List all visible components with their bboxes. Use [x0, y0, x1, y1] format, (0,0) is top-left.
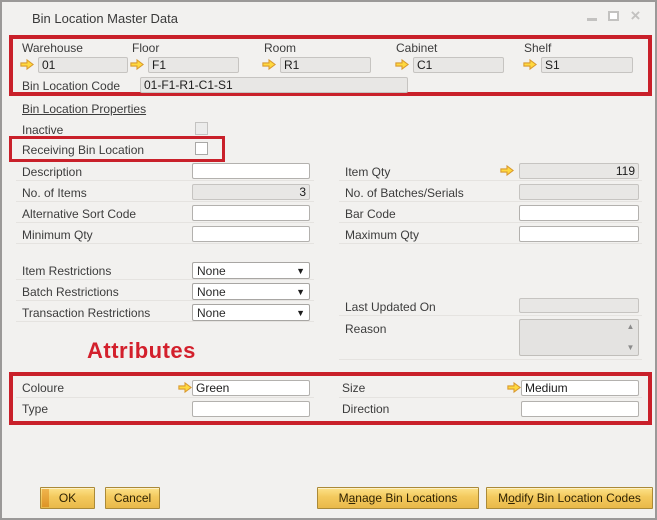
item-qty-link-arrow-icon[interactable]: [500, 164, 514, 177]
ok-button-label: OK: [58, 491, 77, 505]
bar-code-field[interactable]: [519, 205, 639, 221]
floor-field[interactable]: [148, 57, 239, 73]
row-divider: [339, 243, 642, 244]
type-field[interactable]: [192, 401, 310, 417]
description-label: Description: [22, 165, 83, 179]
description-field[interactable]: [192, 163, 310, 179]
bin-location-code-field[interactable]: [140, 77, 408, 93]
no-of-batches-serials-label: No. of Batches/Serials: [345, 186, 464, 200]
alternative-sort-code-label: Alternative Sort Code: [22, 207, 137, 221]
receiving-bin-location-label: Receiving Bin Location: [22, 143, 145, 157]
row-divider: [339, 397, 642, 398]
cancel-button[interactable]: Cancel: [105, 487, 160, 509]
transaction-restrictions-value: None: [197, 305, 226, 320]
row-divider: [16, 300, 314, 301]
row-divider: [339, 315, 642, 316]
cabinet-link-arrow-icon[interactable]: [395, 58, 409, 71]
transaction-restrictions-dropdown[interactable]: None ▼: [192, 304, 310, 321]
maximum-qty-field[interactable]: [519, 226, 639, 242]
modify-bin-location-codes-button[interactable]: Modify Bin Location Codes: [486, 487, 653, 509]
direction-field[interactable]: [521, 401, 639, 417]
row-divider: [339, 201, 642, 202]
chevron-down-icon: ▼: [296, 286, 305, 297]
row-divider: [16, 243, 314, 244]
scroll-down-icon[interactable]: ▼: [627, 344, 635, 352]
direction-label: Direction: [342, 402, 390, 416]
room-label: Room: [264, 41, 297, 55]
minimum-qty-label: Minimum Qty: [22, 228, 93, 242]
chevron-down-icon: ▼: [296, 265, 305, 276]
type-label: Type: [22, 402, 49, 416]
cabinet-label: Cabinet: [396, 41, 438, 55]
batch-restrictions-dropdown[interactable]: None ▼: [192, 283, 310, 300]
item-restrictions-value: None: [197, 263, 226, 278]
window-title: Bin Location Master Data: [32, 11, 178, 26]
manage-bin-locations-button[interactable]: Manage Bin Locations: [317, 487, 479, 509]
row-divider: [339, 359, 642, 360]
bin-location-properties-link[interactable]: Bin Location Properties: [22, 102, 146, 116]
warehouse-label: Warehouse: [22, 41, 83, 55]
row-divider: [16, 201, 314, 202]
size-label: Size: [342, 381, 366, 395]
batch-restrictions-value: None: [197, 284, 226, 299]
maximum-qty-label: Maximum Qty: [345, 228, 420, 242]
room-field[interactable]: [280, 57, 371, 73]
no-of-batches-serials-field[interactable]: [519, 184, 639, 200]
reason-textarea[interactable]: ▲ ▼: [519, 319, 639, 356]
row-divider: [16, 222, 314, 223]
no-of-items-field[interactable]: [192, 184, 310, 200]
coloure-field[interactable]: [192, 380, 310, 396]
row-divider: [16, 397, 314, 398]
modify-bin-location-codes-label: Modify Bin Location Codes: [498, 491, 641, 505]
size-field[interactable]: [521, 380, 639, 396]
bin-location-master-data-window: Bin Location Master Data × Warehouse Flo…: [0, 0, 657, 520]
cabinet-field[interactable]: [413, 57, 504, 73]
item-qty-field[interactable]: [519, 163, 639, 179]
chevron-down-icon: ▼: [296, 307, 305, 318]
attributes-annotation-title: Attributes: [87, 338, 196, 363]
ok-button[interactable]: OK: [40, 487, 95, 509]
item-qty-label: Item Qty: [345, 165, 391, 179]
ok-button-focus-stripe: [42, 489, 49, 507]
size-link-arrow-icon[interactable]: [507, 381, 521, 394]
row-divider: [339, 222, 642, 223]
room-link-arrow-icon[interactable]: [262, 58, 276, 71]
transaction-restrictions-label: Transaction Restrictions: [22, 306, 151, 320]
row-divider: [16, 321, 314, 322]
no-of-items-label: No. of Items: [22, 186, 87, 200]
window-controls: ×: [584, 7, 643, 24]
scroll-up-icon[interactable]: ▲: [627, 323, 635, 331]
row-divider: [339, 180, 642, 181]
reason-scrollbar[interactable]: ▲ ▼: [624, 321, 637, 354]
coloure-link-arrow-icon[interactable]: [178, 381, 192, 394]
reason-label: Reason: [345, 322, 387, 336]
row-divider: [16, 180, 314, 181]
shelf-link-arrow-icon[interactable]: [523, 58, 537, 71]
close-icon[interactable]: ×: [628, 7, 643, 24]
last-updated-on-label: Last Updated On: [345, 300, 436, 314]
cancel-button-label: Cancel: [113, 491, 152, 505]
shelf-field[interactable]: [541, 57, 633, 73]
warehouse-field[interactable]: [38, 57, 128, 73]
batch-restrictions-label: Batch Restrictions: [22, 285, 119, 299]
row-divider: [16, 279, 314, 280]
inactive-checkbox[interactable]: [195, 122, 208, 135]
maximize-icon[interactable]: [606, 9, 621, 23]
coloure-label: Coloure: [22, 381, 65, 395]
bar-code-label: Bar Code: [345, 207, 396, 221]
bin-location-code-label: Bin Location Code: [22, 79, 121, 93]
alternative-sort-code-field[interactable]: [192, 205, 310, 221]
shelf-label: Shelf: [524, 41, 552, 55]
floor-link-arrow-icon[interactable]: [130, 58, 144, 71]
minimize-icon[interactable]: [584, 9, 599, 23]
item-restrictions-label: Item Restrictions: [22, 264, 112, 278]
receiving-bin-location-checkbox[interactable]: [195, 142, 208, 155]
minimum-qty-field[interactable]: [192, 226, 310, 242]
manage-bin-locations-label: Manage Bin Locations: [338, 491, 458, 505]
item-restrictions-dropdown[interactable]: None ▼: [192, 262, 310, 279]
warehouse-link-arrow-icon[interactable]: [20, 58, 34, 71]
floor-label: Floor: [132, 41, 160, 55]
inactive-label: Inactive: [22, 123, 64, 137]
last-updated-on-field[interactable]: [519, 298, 639, 313]
